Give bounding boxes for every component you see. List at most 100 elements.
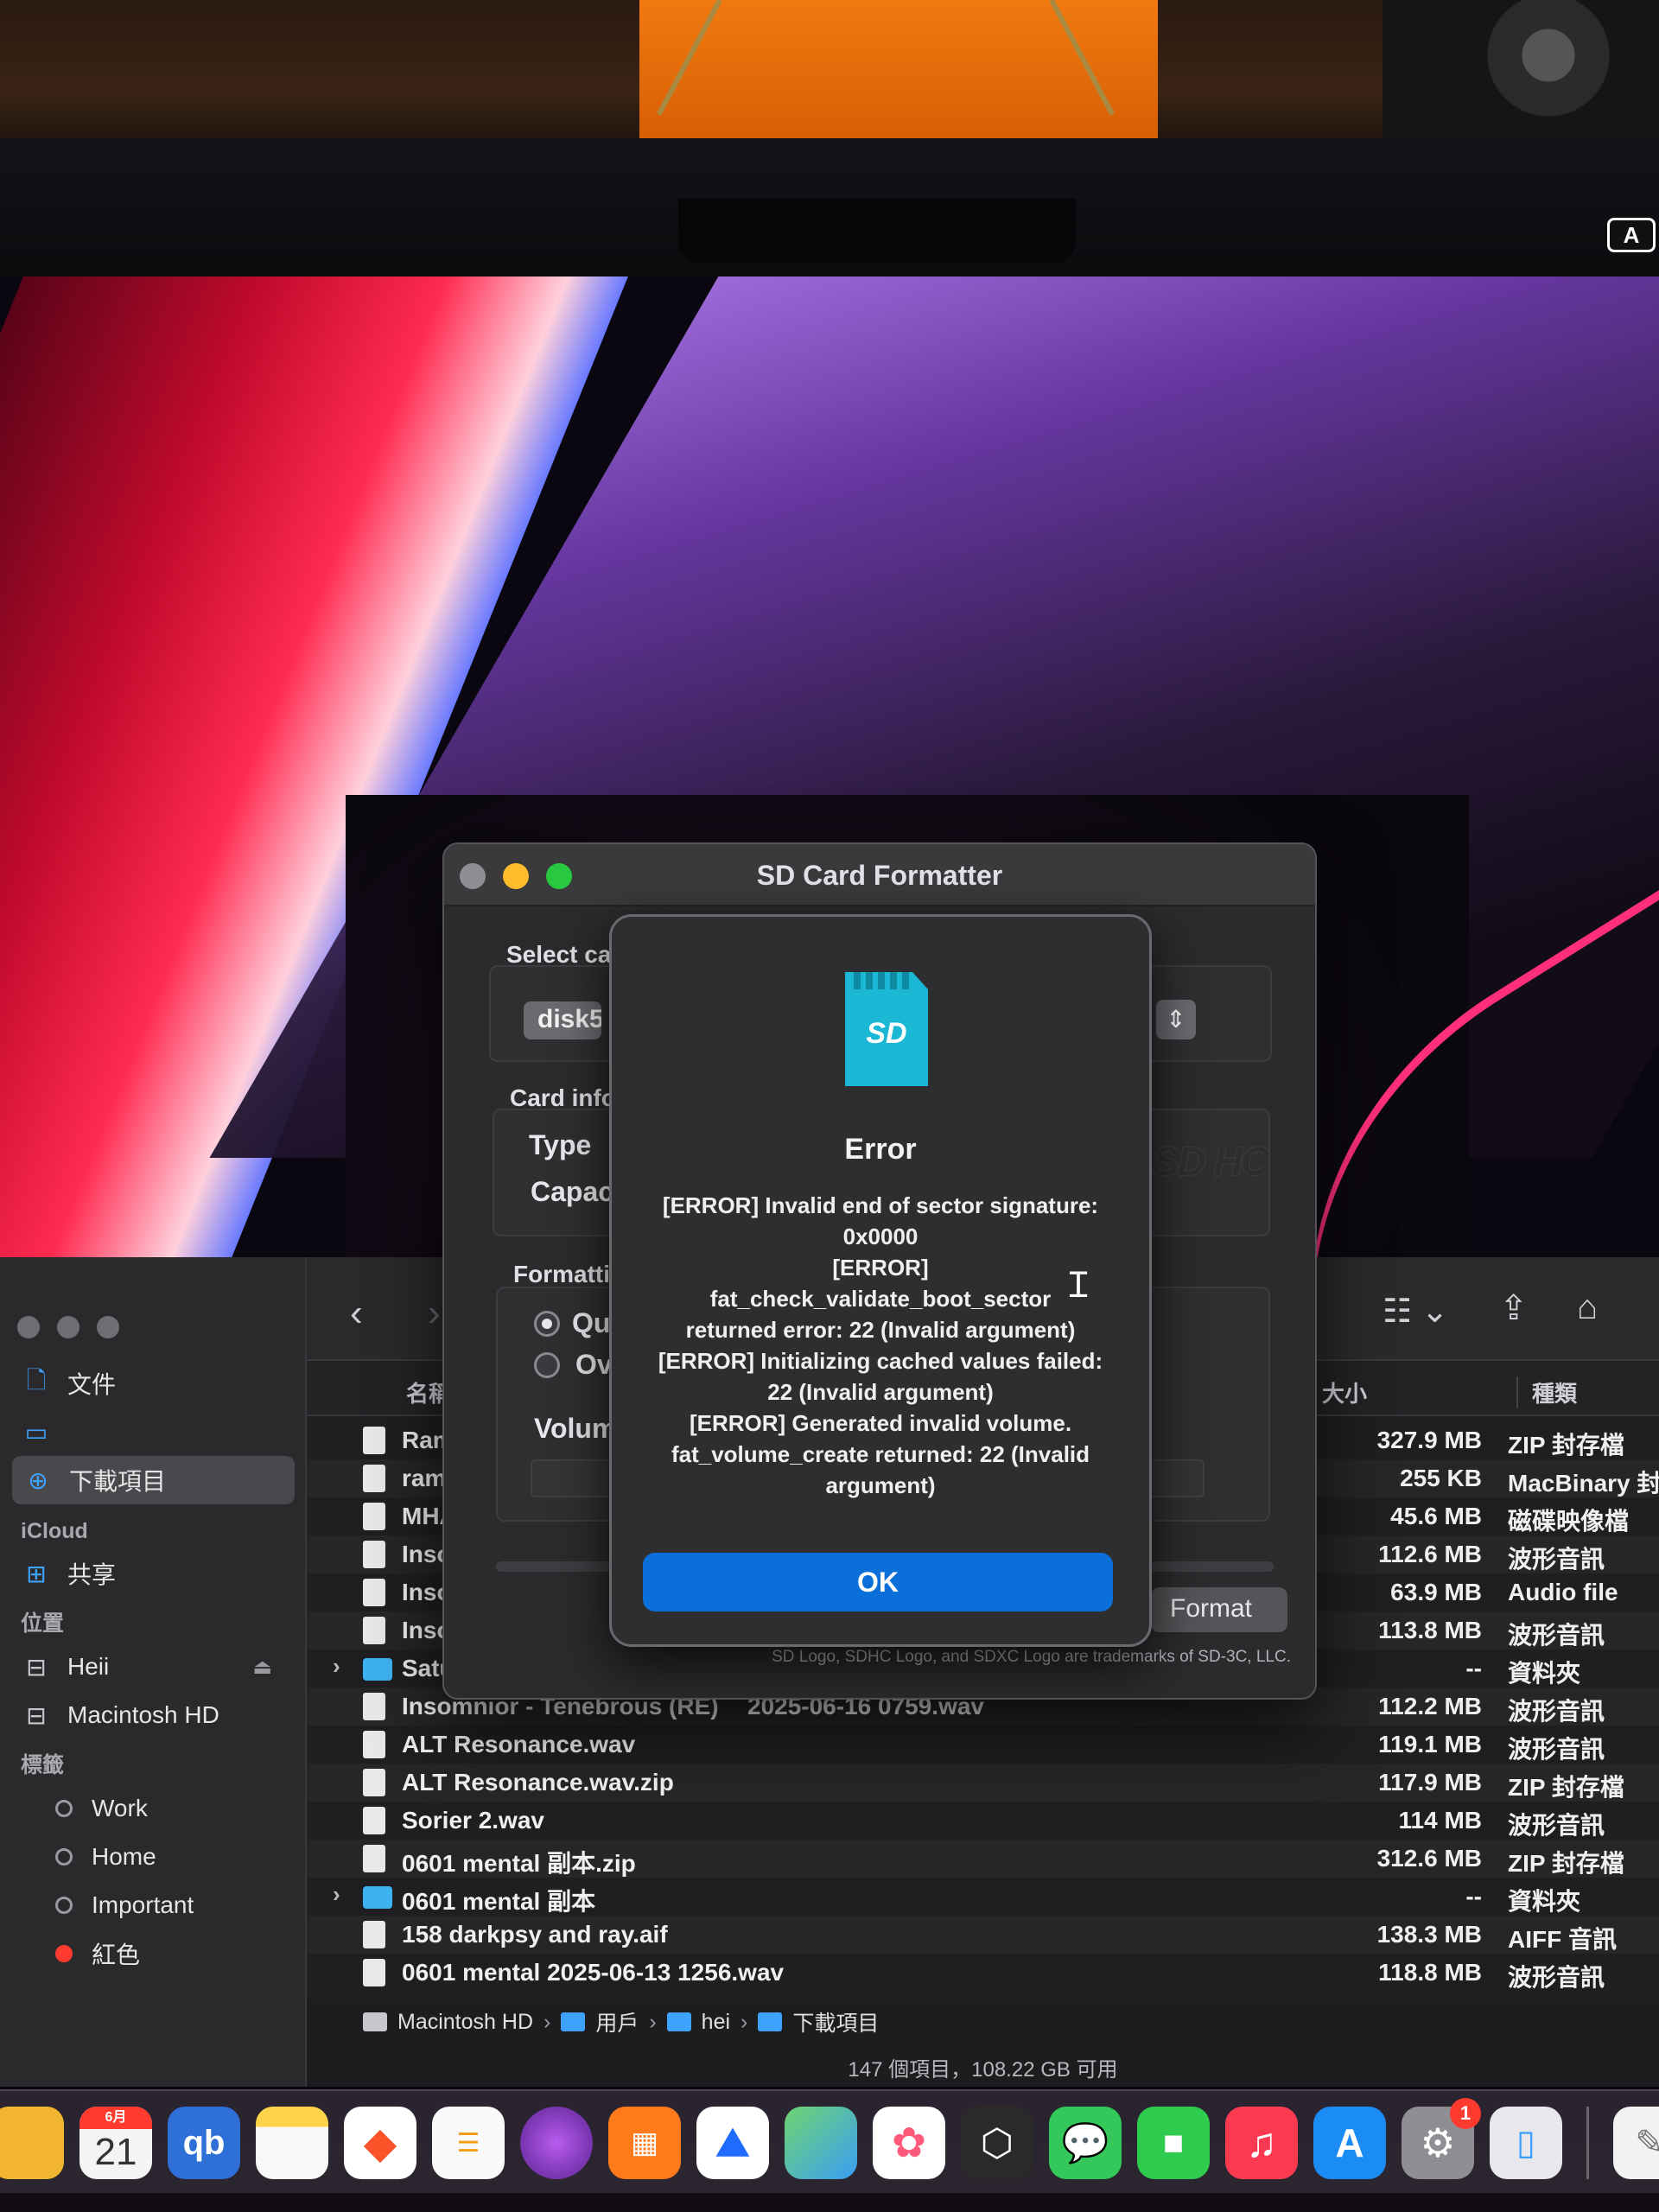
file-kind: MacBinary 封	[1508, 1470, 1659, 1497]
file-icon	[363, 1617, 385, 1644]
forward-chevron-icon[interactable]: ›	[428, 1292, 441, 1335]
file-icon	[363, 1807, 385, 1834]
download-folder-icon	[758, 2012, 783, 2031]
file-kind: Audio file	[1508, 1579, 1618, 1605]
file-kind: ZIP 封存檔	[1508, 1432, 1624, 1459]
chevron-updown-icon[interactable]: ⇕	[1156, 1000, 1196, 1039]
alert-title: Error	[844, 1133, 917, 1166]
zoom-button[interactable]	[97, 1316, 119, 1338]
sd-card-icon-text: SD	[866, 1017, 906, 1050]
sidebar-item-documents[interactable]: 🗋 文件	[0, 1359, 307, 1408]
sidebar-item-label: 下載項目	[69, 1468, 167, 1495]
sidebar-tag-red[interactable]: 紅色	[0, 1929, 307, 1978]
file-row[interactable]: 158 darkpsy and ray.aif 138.3 MB AIFF 音訊	[307, 1916, 1659, 1954]
sidebar-item-shared[interactable]: ⊞ 共享	[0, 1549, 307, 1598]
path-bar: Macintosh HD › 用戶 › hei › 下載項目	[307, 2000, 1659, 2044]
file-kind: 磁碟映像檔	[1508, 1508, 1630, 1535]
eject-icon[interactable]: ⏏	[252, 1655, 272, 1680]
file-row[interactable]: 0601 mental 副本.zip 312.6 MB ZIP 封存檔	[307, 1840, 1659, 1878]
dock-app-store-icon[interactable]: A	[1313, 2107, 1386, 2179]
path-item[interactable]: 用戶	[595, 2006, 639, 2037]
path-item[interactable]: hei	[702, 2010, 730, 2035]
file-row[interactable]: › 0601 mental 副本 -- 資料夾	[307, 1878, 1659, 1916]
dock-music-icon[interactable]: ♫	[1225, 2107, 1298, 2179]
window-title: SD Card Formatter	[756, 860, 1003, 891]
back-chevron-icon[interactable]: ‹	[350, 1292, 363, 1335]
file-row[interactable]: 0601 mental 2025-06-13 1256.wav 118.8 MB 波…	[307, 1954, 1659, 1992]
file-name: 0601 mental 副本	[402, 1888, 596, 1915]
path-item[interactable]: Macintosh HD	[397, 2010, 533, 2035]
file-kind: AIFF 音訊	[1508, 1926, 1617, 1953]
sidebar-item-label: Heii	[67, 1653, 110, 1680]
sidebar-item-downloads[interactable]: ⊕ 下載項目	[12, 1456, 295, 1504]
file-icon	[363, 1541, 385, 1568]
dock-qbittorrent-icon[interactable]: qb	[168, 2107, 240, 2179]
file-kind: 波形音訊	[1508, 1812, 1605, 1839]
path-separator-icon: ›	[543, 2009, 551, 2034]
dock-reminders-icon[interactable]: ☰	[432, 2107, 505, 2179]
sidebar-item-heii[interactable]: ⊟ Heii ⏏	[0, 1643, 307, 1691]
file-row[interactable]: ALT Resonance.wav 119.1 MB 波形音訊	[307, 1726, 1659, 1764]
alert-message: [ERROR] Invalid end of sector signature:…	[636, 1190, 1125, 1501]
file-size: 117.9 MB	[1378, 1769, 1482, 1796]
minimize-button[interactable]	[57, 1316, 79, 1338]
sidebar-item-label: 共享	[67, 1561, 117, 1588]
file-name: 0601 mental 2025-06-13 1256.wav	[402, 1959, 785, 1986]
sidebar-tag-work[interactable]: Work	[0, 1784, 307, 1833]
dock-contacts-icon[interactable]	[0, 2107, 64, 2179]
sidebar-item-label: Work	[92, 1795, 148, 1821]
close-button[interactable]	[17, 1316, 40, 1338]
dock-maps-icon[interactable]	[785, 2107, 857, 2179]
dock-separator	[1586, 2107, 1589, 2179]
sidebar-item-label: 文件	[67, 1371, 117, 1398]
dock-textedit-icon[interactable]: ✎	[1613, 2107, 1659, 2179]
sidebar-item-folder[interactable]: ▭	[0, 1408, 307, 1456]
alert-message-line: 22 (Invalid argument)	[767, 1379, 994, 1405]
sidebar-tag-important[interactable]: Important	[0, 1881, 307, 1929]
file-row[interactable]: ALT Resonance.wav.zip 117.9 MB ZIP 封存檔	[307, 1764, 1659, 1802]
ok-button[interactable]: OK	[643, 1553, 1113, 1611]
sidebar-section-tags: 標籤	[21, 1753, 65, 1777]
finder-window-controls	[17, 1316, 119, 1338]
column-size[interactable]: 大小	[1322, 1376, 1367, 1408]
dock-iphone-mirroring-icon[interactable]: ▯	[1490, 2107, 1562, 2179]
dock-podcasts-icon[interactable]	[520, 2107, 593, 2179]
path-item[interactable]: 下載項目	[792, 2006, 879, 2037]
dock-brave-icon[interactable]: ◆	[344, 2107, 416, 2179]
overwrite-format-radio[interactable]	[534, 1352, 560, 1378]
disclosure-chevron-icon[interactable]: ›	[333, 1881, 340, 1908]
sidebar-tag-home[interactable]: Home	[0, 1833, 307, 1881]
file-kind: ZIP 封存檔	[1508, 1850, 1624, 1877]
format-button[interactable]: Format	[1151, 1587, 1287, 1632]
drive-icon: ⊟	[26, 1653, 47, 1681]
dock-system-settings-icon[interactable]: ⚙ 1	[1402, 2098, 1481, 2179]
column-kind[interactable]: 種類	[1516, 1376, 1577, 1408]
dock-photos-icon[interactable]: ✿	[873, 2107, 945, 2179]
file-kind: 波形音訊	[1508, 1964, 1605, 1991]
share-icon[interactable]: ⇪	[1499, 1288, 1529, 1328]
dock-nordvpn-icon[interactable]: ⛰	[696, 2107, 769, 2179]
disclosure-chevron-icon[interactable]: ›	[333, 1653, 340, 1680]
dock-notes-icon[interactable]	[256, 2107, 328, 2179]
file-icon	[363, 1731, 385, 1758]
file-size: 312.6 MB	[1376, 1845, 1482, 1872]
file-row[interactable]: Sorier 2.wav 114 MB 波形音訊	[307, 1802, 1659, 1840]
sidebar-item-label: 紅色	[92, 1942, 141, 1968]
alert-message-line: [ERROR] Initializing cached values faile…	[658, 1348, 1103, 1374]
input-source-indicator[interactable]: A	[1607, 218, 1656, 252]
quick-format-radio[interactable]	[534, 1311, 560, 1337]
tag-icon[interactable]: ⌂	[1577, 1288, 1598, 1327]
sidebar-item-macintosh-hd[interactable]: ⊟ Macintosh HD	[0, 1691, 307, 1739]
dock-calendar-icon[interactable]: 6月 21	[79, 2107, 152, 2179]
dock-messages-icon[interactable]: 💬	[1049, 2107, 1122, 2179]
dock-unity-icon[interactable]: ⬡	[961, 2107, 1033, 2179]
laptop-bottom-edge	[0, 2193, 1659, 2212]
card-select[interactable]: disk5	[524, 1001, 601, 1039]
alert-message-line: fat_check_validate_boot_sector	[709, 1286, 1052, 1312]
dock-keyboard-app-icon[interactable]: ▦	[608, 2107, 681, 2179]
dock: 6月 21 qb ◆ ☰ ▦ ⛰ ✿ ⬡ 💬 ■ ♫ A ⚙ 1 ▯ ✎	[0, 2089, 1659, 2193]
file-icon	[363, 1465, 385, 1492]
dock-facetime-icon[interactable]: ■	[1137, 2107, 1210, 2179]
view-options-icon[interactable]: ☷ ⌄	[1382, 1292, 1448, 1331]
drive-icon	[363, 2012, 387, 2031]
